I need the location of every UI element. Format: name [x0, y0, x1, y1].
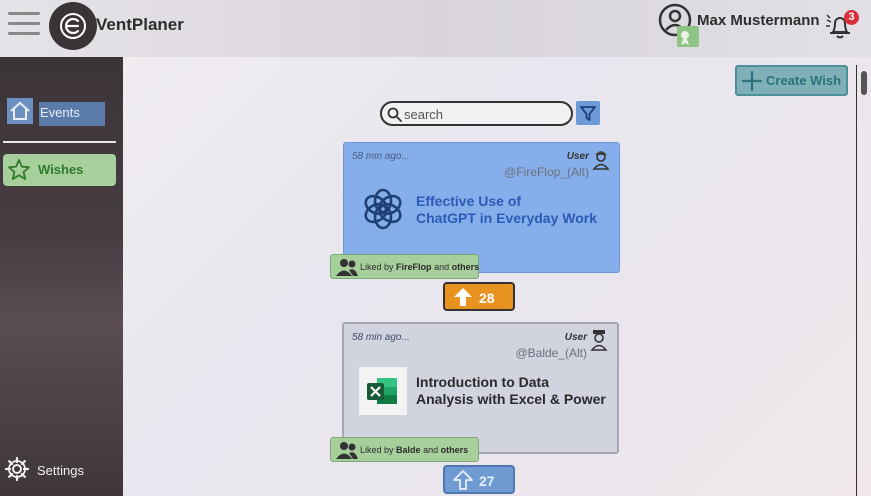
user-name[interactable]: Max Mustermann: [697, 12, 820, 29]
openai-logo-icon: [364, 188, 402, 230]
wish-card[interactable]: 58 min ago... User @Balde_(Alt) Introduc…: [342, 322, 619, 454]
sidebar-item-wishes[interactable]: Wishes: [3, 154, 116, 186]
upvote-button[interactable]: 28: [443, 282, 515, 311]
sidebar-item-settings[interactable]: Settings: [5, 457, 115, 483]
scrollbar[interactable]: [856, 65, 871, 496]
wish-title-line: Analysis with Excel & Power: [416, 391, 606, 407]
users-icon: [336, 442, 358, 459]
arrow-up-icon: [454, 288, 472, 306]
search-input[interactable]: [404, 105, 564, 123]
excel-logo-icon: [359, 367, 407, 415]
sidebar: Events Wishes Settings: [0, 57, 123, 496]
upvote-button[interactable]: 27: [443, 465, 515, 494]
sidebar-divider: [3, 141, 116, 143]
plus-icon: [741, 70, 763, 92]
liked-user: Balde: [396, 445, 421, 455]
wish-title: Effective Use of ChatGPT in Everyday Wor…: [416, 193, 597, 227]
liked-prefix: Liked by: [360, 262, 394, 272]
arrow-up-icon: [453, 470, 473, 490]
liked-others: others: [451, 262, 480, 272]
home-icon: [7, 98, 33, 124]
star-icon: [8, 159, 30, 180]
app-title: VentPlaner: [96, 15, 184, 34]
liked-mid: and: [423, 445, 439, 455]
gear-icon: [5, 457, 29, 481]
liked-mid: and: [434, 262, 450, 272]
liked-by-text: Liked by Balde and others: [360, 445, 468, 455]
wish-title-line: Introduction to Data: [416, 374, 549, 390]
user-role-icon: [590, 330, 608, 351]
create-wish-button[interactable]: Create Wish: [735, 65, 848, 96]
wish-time: 58 min ago...: [352, 151, 410, 162]
wish-title-line: ChatGPT in Everyday Work: [416, 210, 598, 226]
top-bar: VentPlaner Max Mustermann 3: [0, 0, 871, 57]
filter-button[interactable]: [576, 101, 600, 125]
wish-role: User: [566, 151, 589, 162]
liked-by-text: Liked by FireFlop and others: [360, 262, 479, 272]
create-wish-label: Create Wish: [766, 73, 842, 88]
logo-icon: [60, 13, 86, 39]
liked-others: others: [440, 445, 469, 455]
sidebar-item-events[interactable]: Events: [7, 98, 107, 126]
wish-time: 58 min ago...: [352, 332, 410, 343]
notification-count-badge: 3: [844, 10, 859, 25]
sidebar-item-label: Events: [39, 102, 105, 126]
users-icon: [336, 259, 358, 276]
wish-role: User: [564, 332, 587, 343]
vote-count: 28: [479, 290, 495, 306]
liked-user: FireFlop: [396, 262, 432, 272]
filter-icon: [580, 106, 596, 121]
search-box: [380, 101, 573, 126]
menu-icon[interactable]: [8, 12, 40, 38]
wish-author-handle[interactable]: @Balde_(Alt): [515, 346, 587, 360]
app-logo[interactable]: [49, 2, 97, 50]
wish-title: Introduction to Data Analysis with Excel…: [416, 374, 606, 408]
liked-by-badge[interactable]: Liked by Balde and others: [330, 437, 479, 462]
settings-label: Settings: [37, 463, 84, 478]
wish-title-line: Effective Use of: [416, 193, 522, 209]
scrollbar-thumb[interactable]: [861, 71, 867, 95]
sidebar-item-label: Wishes: [38, 162, 84, 177]
liked-by-badge[interactable]: Liked by FireFlop and others: [330, 254, 479, 279]
liked-prefix: Liked by: [360, 445, 394, 455]
wish-author-handle[interactable]: @FireFlop_(Alt): [504, 165, 589, 179]
search-icon: [387, 107, 402, 122]
user-role-icon: [592, 151, 610, 170]
vote-count: 27: [479, 473, 495, 489]
